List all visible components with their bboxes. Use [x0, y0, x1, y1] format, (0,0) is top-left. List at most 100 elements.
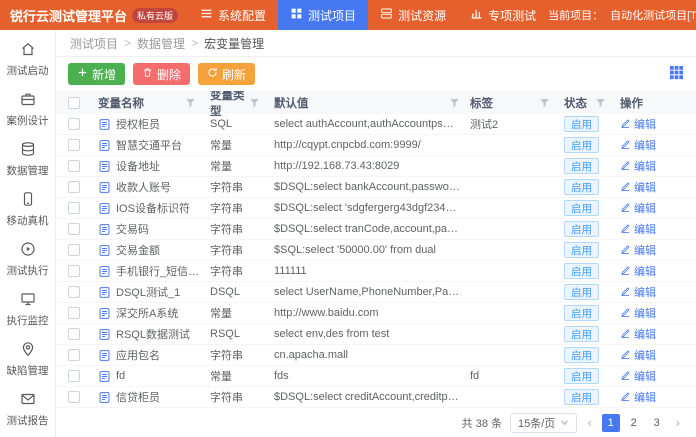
sidebar-item-test-launch[interactable]: 测试启动: [0, 34, 55, 84]
row-checkbox[interactable]: [68, 181, 80, 193]
delete-button[interactable]: 删除: [133, 63, 190, 85]
breadcrumb-item[interactable]: 测试项目 >: [68, 35, 135, 52]
row-checkbox[interactable]: [68, 265, 80, 277]
row-checkbox[interactable]: [68, 307, 80, 319]
row-checkbox[interactable]: [68, 244, 80, 256]
status-badge[interactable]: 启用: [564, 221, 599, 237]
variable-name[interactable]: RSQL数据测试: [116, 326, 190, 342]
status-badge[interactable]: 启用: [564, 137, 599, 153]
status-badge[interactable]: 启用: [564, 263, 599, 279]
variable-type: 常量: [210, 158, 274, 174]
edit-button[interactable]: 编辑: [620, 158, 656, 174]
add-button[interactable]: 新增: [68, 63, 125, 85]
prev-page-button[interactable]: ‹: [585, 415, 593, 430]
sidebar-item-mobile-device[interactable]: 移动真机: [0, 184, 55, 234]
nav-special-test[interactable]: 专项测试: [458, 0, 548, 30]
row-checkbox[interactable]: [68, 223, 80, 235]
row-checkbox[interactable]: [68, 118, 80, 130]
variable-name[interactable]: 交易金额: [116, 242, 160, 258]
breadcrumb-separator: >: [187, 36, 202, 50]
status-badge[interactable]: 启用: [564, 116, 599, 132]
column-header-default: 默认值: [274, 95, 470, 111]
page-size-select[interactable]: 15条/页: [510, 413, 577, 433]
select-all-checkbox[interactable]: [68, 97, 80, 109]
row-checkbox[interactable]: [68, 286, 80, 298]
variable-name[interactable]: 应用包名: [116, 347, 160, 363]
column-settings-button[interactable]: [669, 65, 684, 83]
edit-label: 编辑: [634, 368, 656, 384]
edit-button[interactable]: 编辑: [620, 389, 656, 405]
status-badge[interactable]: 启用: [564, 158, 599, 174]
variable-name[interactable]: 智慧交通平台: [116, 137, 182, 153]
status-badge[interactable]: 启用: [564, 242, 599, 258]
filter-icon[interactable]: [185, 97, 196, 108]
status-badge[interactable]: 启用: [564, 179, 599, 195]
sidebar-item-test-report[interactable]: 测试报告: [0, 384, 55, 434]
server-icon: [380, 7, 393, 23]
refresh-icon: [207, 67, 218, 81]
filter-icon[interactable]: [249, 97, 260, 108]
variable-name[interactable]: 交易码: [116, 221, 149, 237]
row-checkbox[interactable]: [68, 370, 80, 382]
nav-test-resource[interactable]: 测试资源: [368, 0, 458, 30]
variable-name[interactable]: 手机银行_短信验证码: [116, 263, 210, 279]
nav-test-project[interactable]: 测试项目: [278, 0, 368, 30]
edit-button[interactable]: 编辑: [620, 116, 656, 132]
edit-button[interactable]: 编辑: [620, 347, 656, 363]
status-badge[interactable]: 启用: [564, 347, 599, 363]
variable-name[interactable]: 信贷柜员: [116, 389, 160, 405]
filter-icon[interactable]: [539, 97, 550, 108]
current-project-name[interactable]: 自动化测试项目[TP-1904-: [610, 7, 696, 23]
page-button[interactable]: 2: [625, 414, 643, 432]
table-row: 应用包名 字符串 cn.apacha.mall 启用 编辑: [56, 345, 696, 366]
variable-name[interactable]: DSQL测试_1: [116, 284, 180, 300]
edit-button[interactable]: 编辑: [620, 179, 656, 195]
edit-button[interactable]: 编辑: [620, 326, 656, 342]
edit-button[interactable]: 编辑: [620, 368, 656, 384]
row-checkbox[interactable]: [68, 349, 80, 361]
variable-name[interactable]: 授权柜员: [116, 116, 160, 132]
variable-name[interactable]: 收款人账号: [116, 179, 171, 195]
status-badge[interactable]: 启用: [564, 368, 599, 384]
filter-icon[interactable]: [449, 97, 460, 108]
row-checkbox[interactable]: [68, 328, 80, 340]
breadcrumb-item[interactable]: 宏变量管理 >: [202, 35, 266, 52]
edit-label: 编辑: [634, 158, 656, 174]
sidebar-item-test-execution[interactable]: 测试执行: [0, 234, 55, 284]
sidebar-item-case-design[interactable]: 案例设计: [0, 84, 55, 134]
variable-default-value: cn.apacha.mall: [274, 349, 470, 361]
variable-name[interactable]: fd: [116, 370, 125, 382]
variable-name[interactable]: 深交所A系统: [116, 305, 178, 321]
status-badge[interactable]: 启用: [564, 326, 599, 342]
sidebar-item-execution-monitor[interactable]: 执行监控: [0, 284, 55, 334]
edit-button[interactable]: 编辑: [620, 284, 656, 300]
page-button[interactable]: 3: [648, 414, 666, 432]
status-badge[interactable]: 启用: [564, 284, 599, 300]
row-checkbox[interactable]: [68, 391, 80, 403]
edit-button[interactable]: 编辑: [620, 137, 656, 153]
variable-type: 字符串: [210, 221, 274, 237]
status-badge[interactable]: 启用: [564, 200, 599, 216]
page-button[interactable]: 1: [602, 414, 620, 432]
row-checkbox[interactable]: [68, 160, 80, 172]
breadcrumb-item[interactable]: 数据管理 >: [135, 35, 202, 52]
row-checkbox[interactable]: [68, 139, 80, 151]
row-checkbox[interactable]: [68, 202, 80, 214]
variable-name[interactable]: IOS设备标识符: [116, 200, 190, 216]
header-checkbox-cell: [68, 97, 98, 109]
refresh-button[interactable]: 刷新: [198, 63, 255, 85]
edit-button[interactable]: 编辑: [620, 221, 656, 237]
edit-button[interactable]: 编辑: [620, 200, 656, 216]
sidebar-item-defect-management[interactable]: 缺陷管理: [0, 334, 55, 384]
edit-button[interactable]: 编辑: [620, 242, 656, 258]
status-badge[interactable]: 启用: [564, 389, 599, 405]
edit-pen-icon: [620, 181, 631, 192]
status-badge[interactable]: 启用: [564, 305, 599, 321]
next-page-button[interactable]: ›: [674, 415, 682, 430]
nav-system-config[interactable]: 系统配置: [188, 0, 278, 30]
filter-icon[interactable]: [595, 97, 606, 108]
edit-button[interactable]: 编辑: [620, 305, 656, 321]
variable-name[interactable]: 设备地址: [116, 158, 160, 174]
sidebar-item-data-management[interactable]: 数据管理: [0, 134, 55, 184]
edit-button[interactable]: 编辑: [620, 263, 656, 279]
